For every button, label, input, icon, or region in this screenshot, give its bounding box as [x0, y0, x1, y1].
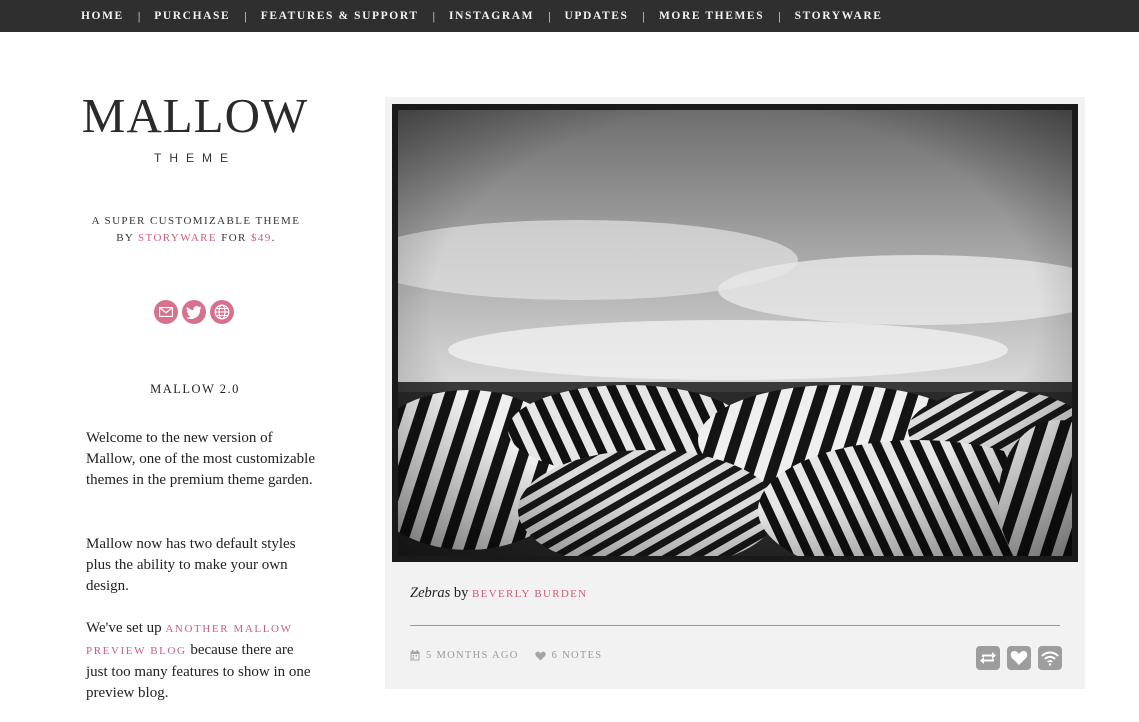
- post-card: Zebras by BEVERLY BURDEN 5 MONTHS AGO 6 …: [385, 97, 1085, 689]
- nav-separator: |: [244, 8, 247, 23]
- globe-icon[interactable]: [210, 300, 234, 324]
- tagline-end: .: [271, 232, 276, 244]
- sidebar-paragraph-2: Mallow now has two default styles plus t…: [86, 536, 296, 594]
- mail-icon[interactable]: [154, 300, 178, 324]
- calendar-icon: [410, 650, 420, 661]
- top-nav: HOME | PURCHASE | FEATURES & SUPPORT | I…: [0, 0, 1139, 32]
- sidebar-paragraph-1: Welcome to the new version of Mallow, on…: [86, 430, 315, 488]
- photo-frame: [392, 104, 1078, 562]
- tagline-for: FOR: [217, 232, 251, 244]
- site-tagline: A SUPER CUSTOMIZABLE THEME BY STORYWARE …: [66, 213, 326, 247]
- caption-title: Zebras: [410, 585, 451, 601]
- tagline-author-link[interactable]: STORYWARE: [138, 232, 217, 244]
- feed-icon[interactable]: [1038, 646, 1062, 670]
- post-timestamp-link[interactable]: 5 MONTHS AGO: [426, 650, 519, 661]
- sidebar-paragraph-3: We've set up ANOTHER MALLOW PREVIEW BLOG…: [86, 618, 316, 704]
- nav-separator: |: [137, 8, 141, 23]
- caption-by: by: [450, 585, 473, 601]
- tagline-line1: A SUPER CUSTOMIZABLE THEME: [91, 215, 301, 227]
- para3-start: We've set up: [86, 620, 166, 636]
- site-logo-subtitle: THEME: [154, 151, 236, 165]
- nav-instagram[interactable]: INSTAGRAM: [449, 10, 534, 22]
- nav-updates[interactable]: UPDATES: [565, 10, 629, 22]
- nav-separator: |: [642, 8, 645, 23]
- nav-separator: |: [432, 8, 435, 23]
- nav-storyware[interactable]: STORYWARE: [795, 10, 883, 22]
- post-meta: 5 MONTHS AGO 6 NOTES: [410, 650, 602, 661]
- sidebar-version-title: MALLOW 2.0: [150, 382, 240, 396]
- nav-purchase[interactable]: PURCHASE: [154, 10, 230, 22]
- site-logo[interactable]: MALLOW: [77, 88, 313, 144]
- post-actions: [976, 646, 1062, 670]
- post-photo[interactable]: [398, 110, 1072, 556]
- twitter-icon[interactable]: [182, 300, 206, 324]
- zebra-photo-image: [398, 110, 1072, 556]
- tagline-price-link[interactable]: $49: [251, 232, 272, 244]
- reblog-icon[interactable]: [976, 646, 1000, 670]
- nav-more-themes[interactable]: MORE THEMES: [659, 10, 764, 22]
- caption-author-link[interactable]: BEVERLY BURDEN: [472, 588, 587, 600]
- nav-features-support[interactable]: FEATURES & SUPPORT: [261, 10, 419, 22]
- nav-home[interactable]: HOME: [81, 10, 124, 22]
- post-divider: [410, 625, 1060, 626]
- tagline-by: BY: [116, 232, 139, 244]
- heart-icon[interactable]: [1007, 646, 1031, 670]
- social-links: [154, 300, 234, 324]
- nav-separator: |: [548, 8, 551, 23]
- post-notes-link[interactable]: 6 NOTES: [552, 650, 603, 661]
- post-caption: Zebras by BEVERLY BURDEN: [410, 585, 587, 602]
- heart-small-icon: [534, 651, 546, 661]
- nav-separator: |: [778, 8, 781, 23]
